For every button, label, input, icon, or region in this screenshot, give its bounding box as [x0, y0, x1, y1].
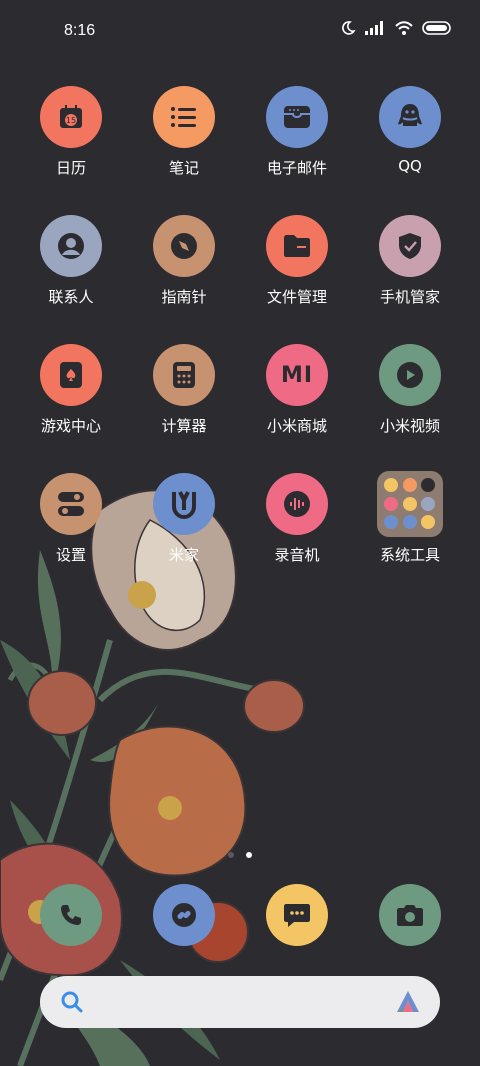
- contacts-icon-circle: [40, 215, 102, 277]
- app-label: 笔记: [168, 159, 199, 177]
- dock-messages[interactable]: [266, 884, 328, 946]
- app-label: 联系人: [48, 288, 94, 306]
- calendar-day-text: 15: [66, 116, 76, 125]
- battery-icon: [422, 21, 451, 35]
- app-compass[interactable]: 指南针: [128, 215, 240, 307]
- game-icon: [60, 362, 82, 388]
- app-label: 日历: [55, 159, 86, 177]
- folder-mini-app-icon: [421, 478, 436, 492]
- app-label: 小米视频: [379, 417, 440, 435]
- folder-file-icon-circle: [266, 215, 328, 277]
- recorder-icon-circle: [266, 473, 328, 535]
- settings-toggle-icon-circle: [40, 473, 102, 535]
- assistant-icon[interactable]: [394, 988, 422, 1016]
- qq-icon-circle: [379, 86, 441, 148]
- folder-mini-app-icon: [384, 496, 398, 511]
- wifi-icon: [395, 21, 413, 35]
- compass-icon-circle: [153, 215, 215, 277]
- phone-icon: [61, 905, 81, 925]
- app-mi-store[interactable]: MI 小米商城: [241, 344, 353, 436]
- app-calculator[interactable]: 计算器: [128, 344, 240, 436]
- app-notes[interactable]: 笔记: [128, 86, 240, 178]
- folder-mini-app-icon: [421, 496, 436, 511]
- app-label: 文件管理: [266, 288, 327, 306]
- video-play-icon: [397, 362, 423, 388]
- notes-icon-circle: [153, 86, 215, 148]
- page-dot-active: [246, 852, 252, 858]
- settings-toggle-icon: [58, 492, 84, 516]
- status-time: 8:16: [64, 22, 96, 39]
- dock-link[interactable]: [153, 884, 215, 946]
- search-icon: [61, 991, 83, 1013]
- link-icon: [172, 903, 196, 927]
- status-bar: 8:16: [0, 0, 480, 62]
- folder-mini-app-icon: [402, 478, 417, 492]
- calculator-icon-circle: [153, 344, 215, 406]
- signal-icon: [365, 21, 383, 35]
- mail-icon: [284, 106, 310, 128]
- mi-store-icon-circle: MI: [266, 344, 328, 406]
- notes-icon: [171, 107, 196, 127]
- app-label: 录音机: [274, 546, 320, 564]
- dock-phone[interactable]: [40, 884, 102, 946]
- app-contacts[interactable]: 联系人: [15, 215, 127, 307]
- page-indicator: [228, 852, 252, 858]
- game-icon-circle: [40, 344, 102, 406]
- app-label: 计算器: [161, 417, 207, 435]
- contacts-icon: [58, 233, 84, 259]
- app-email[interactable]: 电子邮件: [241, 86, 353, 178]
- app-folder-system-tools[interactable]: 系统工具: [354, 471, 466, 565]
- app-security[interactable]: 手机管家: [354, 215, 466, 307]
- app-mijia[interactable]: 米家: [128, 473, 240, 565]
- app-settings[interactable]: 设置: [15, 473, 127, 565]
- qq-icon: [398, 104, 422, 126]
- app-label: 手机管家: [379, 288, 440, 306]
- compass-icon: [171, 233, 197, 259]
- app-game-center[interactable]: 游戏中心: [15, 344, 127, 436]
- recorder-icon: [284, 491, 310, 517]
- folder-mini-app-icon: [384, 478, 398, 492]
- folder-mini-app-icon: [402, 515, 417, 530]
- folder-mini-app-icon: [421, 515, 436, 530]
- calendar-icon: 15: [60, 105, 82, 128]
- folder-mini-app-icon: [384, 515, 398, 530]
- app-label: QQ: [398, 157, 422, 175]
- app-recorder[interactable]: 录音机: [241, 473, 353, 565]
- shield-icon: [399, 233, 421, 259]
- app-label: 米家: [168, 546, 199, 564]
- folder-icon: [377, 471, 443, 537]
- status-icons: [340, 20, 452, 36]
- camera-icon: [397, 905, 423, 926]
- app-mi-video[interactable]: 小米视频: [354, 344, 466, 436]
- video-play-icon-circle: [379, 344, 441, 406]
- message-icon: [284, 904, 310, 927]
- mijia-icon-circle: [153, 473, 215, 535]
- app-file-manager[interactable]: 文件管理: [241, 215, 353, 307]
- app-label: 游戏中心: [40, 417, 101, 435]
- page-dot: [228, 852, 234, 858]
- mijia-icon: [172, 491, 196, 520]
- mi-store-icon: MI: [280, 362, 314, 388]
- folder-file-icon: [284, 235, 310, 257]
- app-label: 小米商城: [266, 417, 327, 435]
- mail-icon-circle: [266, 86, 328, 148]
- folder-mini-app-icon: [402, 496, 417, 511]
- app-calendar[interactable]: 15 日历: [15, 86, 127, 178]
- shield-icon-circle: [379, 215, 441, 277]
- dock-camera[interactable]: [379, 884, 441, 946]
- calendar-icon-circle: 15: [40, 86, 102, 148]
- do-not-disturb-moon-icon: [342, 21, 356, 35]
- app-label: 电子邮件: [266, 159, 327, 177]
- calculator-icon: [173, 362, 195, 388]
- app-label: 系统工具: [379, 546, 440, 564]
- search-bar[interactable]: [40, 976, 440, 1028]
- app-qq[interactable]: QQ: [354, 86, 466, 175]
- app-label: 设置: [55, 546, 86, 564]
- app-label: 指南针: [161, 288, 207, 306]
